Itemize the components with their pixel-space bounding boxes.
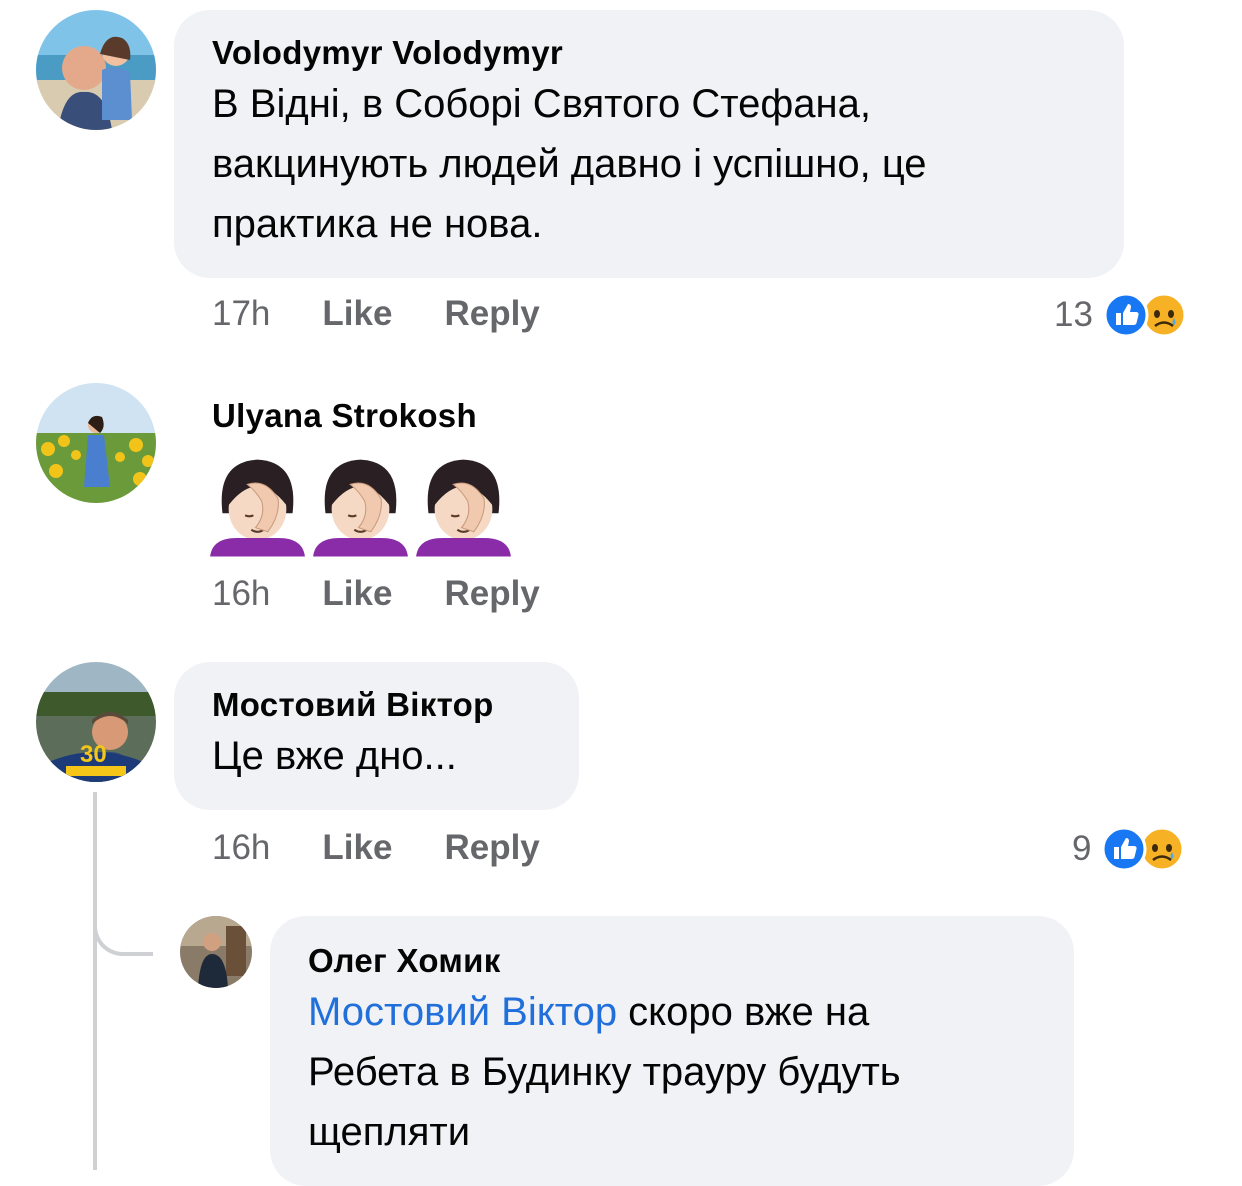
comment-time[interactable]: 16h	[212, 828, 270, 868]
reply-text-line: Мостовий Віктор скоро вже на	[308, 982, 1074, 1042]
avatar[interactable]	[180, 916, 252, 988]
like-icon	[1101, 826, 1147, 872]
comment-author[interactable]: Ulyana Strokosh	[212, 397, 477, 435]
reply-button[interactable]: Reply	[444, 294, 539, 334]
comment-text-line: вакцинують людей давно і успішно, це	[212, 142, 927, 186]
reply-author[interactable]: Олег Хомик	[308, 942, 1074, 980]
emoji-content	[206, 453, 515, 557]
reply-button[interactable]: Reply	[444, 574, 539, 614]
reply-text-line: Ребета в Будинку трауру будуть	[308, 1050, 901, 1094]
comment-meta: 16h Like Reply	[212, 828, 540, 868]
reply-text-line: щепляти	[308, 1110, 471, 1154]
like-icon	[1103, 292, 1149, 338]
comment-time[interactable]: 17h	[212, 294, 270, 334]
comment-meta: 16h Like Reply	[212, 574, 540, 614]
reply-button[interactable]: Reply	[444, 828, 539, 868]
woman-facepalming-emoji	[313, 459, 408, 557]
reply-bubble: Олег Хомик Мостовий Віктор скоро вже на …	[270, 916, 1074, 1186]
reply-text: скоро вже на	[617, 990, 870, 1034]
like-button[interactable]: Like	[322, 294, 392, 334]
comment-text: Це вже дно...	[212, 734, 457, 778]
reaction-count: 9	[1072, 829, 1092, 868]
avatar[interactable]	[36, 10, 156, 130]
mention-link[interactable]: Мостовий Віктор	[308, 990, 617, 1034]
reaction-summary[interactable]: 13	[1054, 292, 1187, 338]
comment-bubble: Мостовий Віктор Це вже дно...	[174, 662, 579, 810]
comment-time[interactable]: 16h	[212, 574, 270, 614]
comment-text-line: практика не нова.	[212, 202, 543, 246]
reaction-count: 13	[1054, 295, 1093, 334]
like-button[interactable]: Like	[322, 828, 392, 868]
avatar[interactable]	[36, 383, 156, 503]
comment-author[interactable]: Volodymyr Volodymyr	[212, 34, 1124, 72]
like-button[interactable]: Like	[322, 574, 392, 614]
thread-connector	[93, 792, 97, 1170]
comment-author[interactable]: Мостовий Віктор	[212, 686, 579, 724]
avatar[interactable]: 30	[36, 662, 156, 782]
svg-text:30: 30	[80, 741, 107, 768]
reaction-summary[interactable]: 9	[1072, 826, 1185, 872]
woman-facepalming-emoji	[416, 459, 511, 557]
comment-text-line: В Відні, в Соборі Святого Стефана,	[212, 82, 871, 126]
thread-connector-curve	[93, 880, 153, 956]
woman-facepalming-emoji	[210, 459, 305, 557]
comment-bubble: Volodymyr Volodymyr В Відні, в Соборі Св…	[174, 10, 1124, 278]
comment-meta: 17h Like Reply	[212, 294, 540, 334]
